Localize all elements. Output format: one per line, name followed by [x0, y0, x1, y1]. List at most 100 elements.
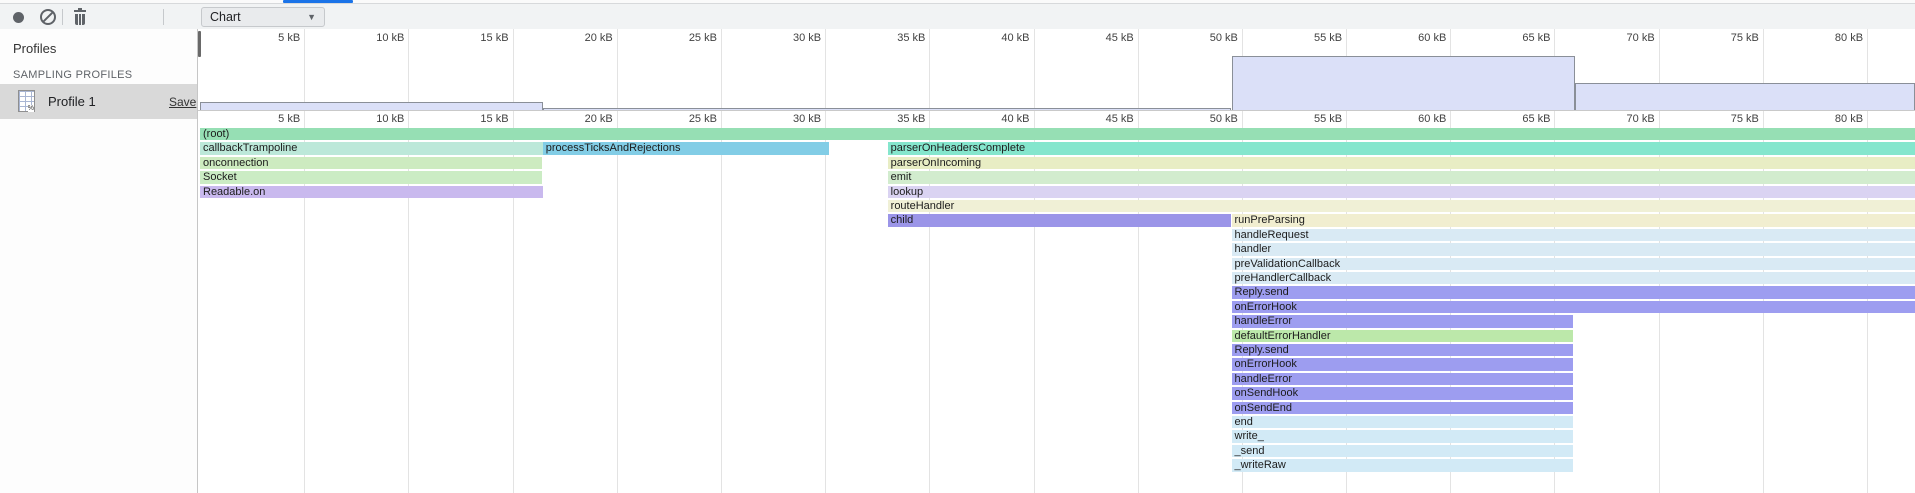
size-ruler-flame: 5 kB 10 kB 15 kB 20 kB 25 kB 30 kB 35 kB 40 kB 4…	[198, 110, 1915, 127]
flame-frame[interactable]: onconnection	[200, 157, 542, 169]
record-button[interactable]	[6, 4, 30, 30]
flame-frame-label: onSendEnd	[1235, 402, 1293, 414]
save-profile-link[interactable]: Save	[169, 95, 196, 109]
tick-label-flame: 60 kB	[1386, 113, 1446, 125]
tick-label-flame: 70 kB	[1595, 113, 1655, 125]
flame-frame-label: (root)	[203, 128, 229, 140]
flame-frame[interactable]: parserOnIncoming	[888, 157, 1915, 169]
flame-frame[interactable]: child	[888, 214, 1232, 226]
clear-button[interactable]	[36, 4, 60, 30]
flame-frame-label: preValidationCallback	[1235, 258, 1341, 270]
tick-label-flame: 55 kB	[1282, 113, 1342, 125]
flame-frame[interactable]: end	[1232, 416, 1574, 428]
tick-label-flame: 80 kB	[1803, 113, 1863, 125]
pane-separator	[163, 9, 164, 25]
flame-frame-label: processTicksAndRejections	[546, 142, 681, 154]
flame-frame[interactable]: Reply.send	[1232, 286, 1915, 298]
tick-label-flame: 5 kB	[240, 113, 300, 125]
flame-frame-label: _send	[1235, 445, 1265, 457]
trash-icon	[73, 9, 87, 25]
flame-frame-label: callbackTrampoline	[203, 142, 297, 154]
profiler-toolbar: Chart ▼	[0, 3, 1915, 31]
flame-frame[interactable]: handleError	[1232, 373, 1574, 385]
flame-frame[interactable]: lookup	[888, 186, 1915, 198]
flame-frame[interactable]: preValidationCallback	[1232, 258, 1915, 270]
flame-frame-label: defaultErrorHandler	[1235, 330, 1331, 342]
flame-frame[interactable]: runPreParsing	[1232, 214, 1915, 226]
flame-frame-label: end	[1235, 416, 1253, 428]
flame-frame[interactable]: processTicksAndRejections	[543, 142, 830, 154]
flame-frame[interactable]: onErrorHook	[1232, 301, 1915, 313]
tick-label-flame: 65 kB	[1490, 113, 1550, 125]
flame-frame-label: preHandlerCallback	[1235, 272, 1332, 284]
heap-profile-icon: %	[18, 90, 35, 112]
flame-frame[interactable]: parserOnHeadersComplete	[888, 142, 1915, 154]
flame-frame[interactable]: write_	[1232, 430, 1574, 442]
flame-frame[interactable]: _writeRaw	[1232, 459, 1574, 471]
flame-frame-label: parserOnHeadersComplete	[891, 142, 1026, 154]
flame-frame[interactable]: Readable.on	[200, 186, 543, 198]
flame-frame[interactable]: Reply.send	[1232, 344, 1574, 356]
tick-label-flame: 45 kB	[1074, 113, 1134, 125]
overview-left-handle[interactable]	[198, 31, 201, 57]
tick-label-flame: 30 kB	[761, 113, 821, 125]
flame-frame[interactable]: onSendEnd	[1232, 402, 1574, 414]
view-mode-value: Chart	[210, 10, 241, 24]
tick-label-flame: 35 kB	[865, 113, 925, 125]
flame-frame-label: Reply.send	[1235, 344, 1289, 356]
flame-frame-label: runPreParsing	[1235, 214, 1305, 226]
flame-frame[interactable]: callbackTrampoline	[200, 142, 543, 154]
tick-label-flame: 25 kB	[657, 113, 717, 125]
chevron-down-icon: ▼	[307, 12, 316, 22]
clear-icon	[40, 9, 56, 25]
record-icon	[13, 12, 24, 23]
flame-frame[interactable]: onErrorHook	[1232, 358, 1574, 370]
toolbar-separator	[62, 9, 63, 25]
flame-frame[interactable]: routeHandler	[888, 200, 1915, 212]
flame-frame-label: handler	[1235, 243, 1272, 255]
overview-area-segment	[1232, 56, 1576, 110]
devtools-sampling-profiler: Chart ▼ Profiles SAMPLING PROFILES % Pro…	[0, 0, 1915, 493]
tick-label-flame: 75 kB	[1699, 113, 1759, 125]
flame-frame-label: routeHandler	[891, 200, 955, 212]
flame-frame[interactable]: _send	[1232, 445, 1574, 457]
flame-frame[interactable]: handleError	[1232, 315, 1574, 327]
flame-frame[interactable]: preHandlerCallback	[1232, 272, 1915, 284]
tick-label-flame: 50 kB	[1178, 113, 1238, 125]
flame-frame-label: onErrorHook	[1235, 301, 1297, 313]
tick-label-flame: 40 kB	[970, 113, 1030, 125]
flame-frame-label: onErrorHook	[1235, 358, 1297, 370]
profile-name: Profile 1	[48, 94, 96, 109]
flame-frame-label: handleError	[1235, 315, 1292, 327]
flame-frame-label: _writeRaw	[1235, 459, 1286, 471]
profiles-sidebar: Profiles SAMPLING PROFILES % Profile 1 S…	[0, 29, 198, 493]
delete-profile-button[interactable]	[68, 4, 92, 30]
flame-frame-label: parserOnIncoming	[891, 157, 982, 169]
overview-area-segment	[200, 102, 543, 110]
view-mode-select[interactable]: Chart ▼	[201, 7, 325, 27]
flame-frame-label: Reply.send	[1235, 286, 1289, 298]
tick-label-flame: 15 kB	[449, 113, 509, 125]
overview-area-segment	[1575, 83, 1915, 110]
flame-frame[interactable]: (root)	[200, 128, 1915, 140]
flame-frame-label: emit	[891, 171, 912, 183]
flame-frame[interactable]: handler	[1232, 243, 1915, 255]
flame-frame[interactable]: Socket	[200, 171, 542, 183]
sampling-profiles-section-label: SAMPLING PROFILES	[13, 69, 132, 81]
tick-label-flame: 10 kB	[344, 113, 404, 125]
flame-frame[interactable]: emit	[888, 171, 1915, 183]
flame-frame-label: child	[891, 214, 914, 226]
flame-frame[interactable]: onSendHook	[1232, 387, 1574, 399]
flame-chart[interactable]: (root) callbackTrampoline processTicksAndR…	[198, 127, 1915, 493]
flame-frame[interactable]: defaultErrorHandler	[1232, 330, 1574, 342]
sidebar-heading: Profiles	[13, 41, 56, 56]
flame-frame-label: handleError	[1235, 373, 1292, 385]
flame-frame-label: lookup	[891, 186, 923, 198]
flame-frame-label: handleRequest	[1235, 229, 1309, 241]
allocation-overview[interactable]	[198, 29, 1915, 110]
sidebar-item-profile-1[interactable]: % Profile 1 Save	[0, 84, 197, 119]
flame-frame[interactable]: handleRequest	[1232, 229, 1915, 241]
flame-frame-label: onconnection	[203, 157, 268, 169]
flame-frame-label: onSendHook	[1235, 387, 1299, 399]
tick-label-flame: 20 kB	[553, 113, 613, 125]
